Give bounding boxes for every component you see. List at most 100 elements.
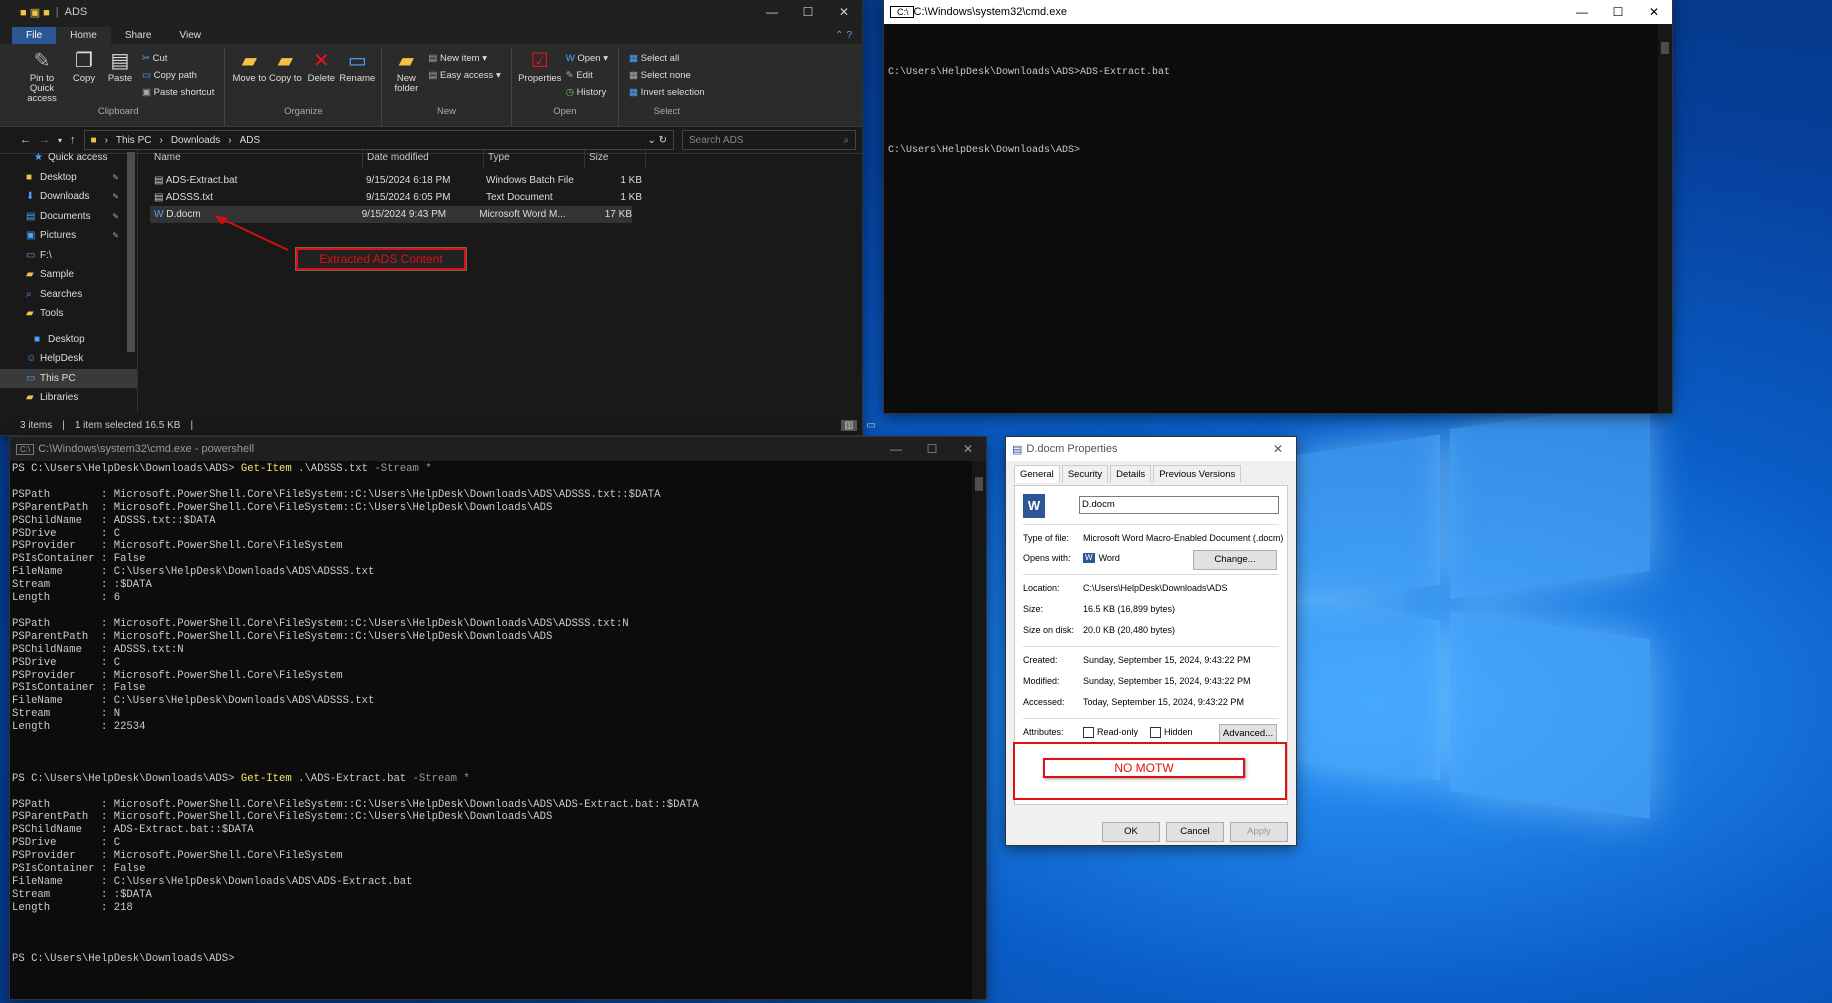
rename-button[interactable]: ▭ Rename [339, 48, 375, 106]
sidebar-item[interactable]: ▤ Documents ✎ [0, 207, 137, 227]
copy-button[interactable]: ❐ Copy [66, 48, 102, 106]
copy-to-button[interactable]: ▰ Copy to [267, 48, 303, 106]
minimize-button[interactable]: — [878, 442, 914, 456]
maximize-button[interactable]: ☐ [790, 5, 826, 19]
cut-button[interactable]: ✂ Cut [142, 50, 214, 67]
readonly-checkbox[interactable] [1083, 727, 1094, 738]
pin-quick-access-button[interactable]: ✎ Pin to Quick access [18, 48, 66, 106]
ribbon-tabs: File Home Share View ⌃ ? [0, 24, 862, 44]
column-date[interactable]: Date modified [363, 148, 484, 168]
sidebar-item[interactable]: ▰ Sample [0, 265, 137, 285]
sidebar-item[interactable]: ⌕ Searches [0, 285, 137, 305]
advanced-button[interactable]: Advanced... [1219, 724, 1277, 744]
sidebar-item[interactable]: ⬇ Downloads ✎ [0, 187, 137, 207]
search-input[interactable]: Search ADS ⌕ [682, 130, 856, 150]
sidebar-item[interactable]: ▭ This PC [0, 368, 137, 388]
word-file-icon: ▤ [1012, 443, 1023, 456]
hidden-checkbox[interactable] [1150, 727, 1162, 738]
column-size[interactable]: Size [585, 148, 646, 168]
maximize-button[interactable]: ☐ [914, 442, 950, 456]
pin-icon: ✎ [112, 211, 119, 221]
cancel-button[interactable]: Cancel [1166, 822, 1224, 842]
history-button[interactable]: ◷ History [566, 84, 608, 101]
paste-button[interactable]: ▤ Paste [102, 48, 138, 106]
sidebar-item[interactable]: ▭ F:\ [0, 246, 137, 266]
sidebar-item[interactable]: ☺ HelpDesk [0, 349, 137, 369]
select-group: ▦ Select all ▦ Select none ▦ Invert sele… [619, 48, 715, 126]
cmd-line: C:\Users\HelpDesk\Downloads\ADS>ADS-Extr… [888, 67, 1171, 78]
edit-button[interactable]: ✎ Edit [566, 67, 608, 84]
back-icon[interactable]: ← [6, 134, 31, 146]
delete-button[interactable]: ✕ Delete [303, 48, 339, 106]
invert-selection-icon: ▦ [629, 87, 641, 98]
search-icon: ⌕ [843, 134, 849, 146]
scrollbar[interactable] [127, 152, 135, 352]
large-icons-view-icon[interactable]: ▭ [867, 420, 882, 431]
close-button[interactable]: ✕ [1636, 5, 1672, 19]
close-button[interactable]: ✕ [950, 442, 986, 456]
breadcrumb-this-pc[interactable]: This PC [116, 135, 152, 146]
sidebar-item[interactable]: ▰ Libraries [0, 388, 137, 408]
cmd-line: C:\Users\HelpDesk\Downloads\ADS> [888, 145, 1081, 156]
maximize-button[interactable]: ☐ [1600, 5, 1636, 19]
minimize-button[interactable]: — [1564, 5, 1600, 19]
sidebar-item[interactable]: ■ Desktop [0, 330, 137, 350]
word-icon: W [1083, 553, 1095, 563]
sidebar-item[interactable]: ★ Quick access [0, 148, 137, 168]
move-to-button[interactable]: ▰ Move to [231, 48, 267, 106]
nav-item-icon: ▭ [26, 249, 36, 261]
paste-shortcut-button[interactable]: ▣ Paste shortcut [142, 84, 214, 101]
invert-selection-button[interactable]: ▦ Invert selection [629, 84, 705, 101]
tab-security[interactable]: Security [1061, 465, 1109, 483]
minimize-button[interactable]: — [754, 5, 790, 19]
tab-file[interactable]: File [12, 27, 57, 44]
apply-button[interactable]: Apply [1230, 822, 1288, 842]
new-item-button[interactable]: ▤ New item ▾ [428, 50, 500, 67]
tab-general[interactable]: General [1014, 465, 1060, 483]
nav-item-icon: ☺ [26, 353, 37, 364]
copy-path-button[interactable]: ▭ Copy path [142, 67, 214, 84]
address-input[interactable]: ■ › This PC › Downloads › ADS ⌄ ↻ [83, 130, 674, 150]
ok-button[interactable]: OK [1102, 822, 1160, 842]
new-folder-button[interactable]: ▰ New folder [388, 48, 424, 106]
scrollbar[interactable] [972, 461, 986, 999]
refresh-icon[interactable]: ⌄ ↻ [647, 135, 673, 146]
sidebar-item[interactable]: ▰ Tools [0, 304, 137, 324]
select-all-button[interactable]: ▦ Select all [629, 50, 705, 67]
easy-access-icon: ▤ [428, 70, 440, 81]
tab-previous-versions[interactable]: Previous Versions [1153, 465, 1242, 483]
sidebar-item[interactable]: ▣ Pictures ✎ [0, 226, 137, 246]
close-button[interactable]: ✕ [826, 5, 862, 19]
pin-icon: ✎ [112, 192, 119, 201]
filename-input[interactable]: D.docm [1079, 496, 1279, 514]
change-button[interactable]: Change... [1193, 550, 1277, 570]
breadcrumb-downloads[interactable]: Downloads [171, 135, 220, 146]
nav-item-label: Documents [40, 210, 91, 222]
open-button[interactable]: W Open ▾ [566, 50, 608, 67]
tab-home[interactable]: Home [56, 27, 111, 44]
easy-access-button[interactable]: ▤ Easy access ▾ [428, 67, 500, 84]
tab-view[interactable]: View [166, 27, 216, 44]
breadcrumb-ads[interactable]: ADS [240, 135, 261, 146]
select-none-button[interactable]: ▦ Select none [629, 67, 705, 84]
properties-button[interactable]: ☑ Properties [518, 48, 562, 106]
properties-titlebar: ▤ D.docm Properties ✕ [1006, 437, 1296, 461]
chevron-down-icon[interactable]: ▾ [58, 136, 62, 145]
ps-argument: .\ADSSS.txt [291, 463, 375, 475]
help-icon[interactable]: ⌃ ? [825, 30, 862, 44]
tab-share[interactable]: Share [111, 27, 166, 44]
copy-icon: ❐ [75, 50, 93, 72]
file-row[interactable]: ▤ ADSSS.txt 9/15/2024 6:05 PM Text Docum… [150, 189, 862, 206]
tab-details[interactable]: Details [1110, 465, 1152, 483]
details-view-icon[interactable]: ▥ [841, 419, 857, 431]
column-type[interactable]: Type [484, 148, 585, 168]
forward-icon[interactable]: → [39, 134, 50, 146]
close-button[interactable]: ✕ [1260, 442, 1296, 456]
scrollbar[interactable] [1658, 24, 1672, 413]
up-icon[interactable]: ↑ [70, 134, 76, 146]
powershell-output[interactable]: PS C:\Users\HelpDesk\Downloads\ADS> Get-… [10, 461, 986, 968]
column-name[interactable]: Name [150, 148, 363, 168]
file-row[interactable]: ▤ ADS-Extract.bat 9/15/2024 6:18 PM Wind… [150, 172, 862, 189]
cmd-output[interactable]: C:\Users\HelpDesk\Downloads\ADS>ADS-Extr… [884, 24, 1672, 187]
sidebar-item[interactable]: ■ Desktop ✎ [0, 168, 137, 188]
